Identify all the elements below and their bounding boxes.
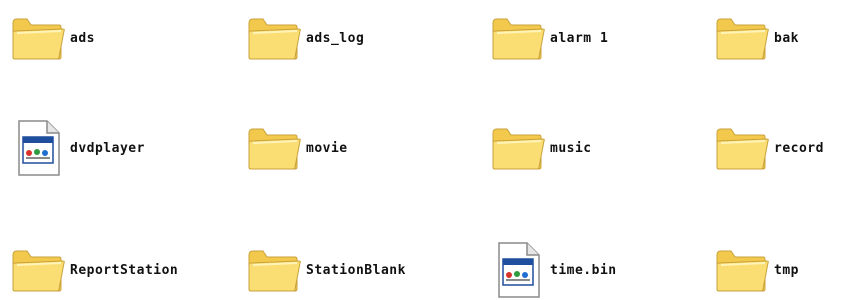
item-label: movie xyxy=(306,140,348,156)
item-label: StationBlank xyxy=(306,262,406,278)
item-label: music xyxy=(550,140,592,156)
file-dvdplayer[interactable]: dvdplayer xyxy=(8,118,145,178)
folder-alarm-1[interactable]: alarm 1 xyxy=(488,8,608,68)
folder-icon xyxy=(244,240,304,300)
folder-record[interactable]: record xyxy=(712,118,824,178)
folder-icon xyxy=(8,8,68,68)
folder-icon xyxy=(712,118,772,178)
folder-icon xyxy=(712,8,772,68)
folder-icon xyxy=(8,240,68,300)
executable-file-icon xyxy=(8,118,68,178)
item-label: ReportStation xyxy=(70,262,179,278)
item-label: bak xyxy=(774,30,799,46)
folder-reportstation[interactable]: ReportStation xyxy=(8,240,178,300)
folder-icon xyxy=(244,8,304,68)
folder-music[interactable]: music xyxy=(488,118,592,178)
item-label: time.bin xyxy=(550,262,617,278)
folder-bak[interactable]: bak xyxy=(712,8,799,68)
folder-icon xyxy=(244,118,304,178)
folder-stationblank[interactable]: StationBlank xyxy=(244,240,406,300)
executable-file-icon xyxy=(488,240,548,300)
item-label: tmp xyxy=(774,262,799,278)
folder-movie[interactable]: movie xyxy=(244,118,348,178)
file-time-bin[interactable]: time.bin xyxy=(488,240,617,300)
item-label: alarm 1 xyxy=(550,30,609,46)
folder-icon xyxy=(712,240,772,300)
file-browser-grid: ads ads_log alarm 1 bak dvdplayer movie … xyxy=(0,0,856,300)
folder-tmp[interactable]: tmp xyxy=(712,240,799,300)
item-label: dvdplayer xyxy=(70,140,145,156)
item-label: record xyxy=(774,140,824,156)
item-label: ads_log xyxy=(306,30,365,46)
item-label: ads xyxy=(70,30,95,46)
folder-ads[interactable]: ads xyxy=(8,8,95,68)
folder-ads-log[interactable]: ads_log xyxy=(244,8,364,68)
folder-icon xyxy=(488,8,548,68)
folder-icon xyxy=(488,118,548,178)
